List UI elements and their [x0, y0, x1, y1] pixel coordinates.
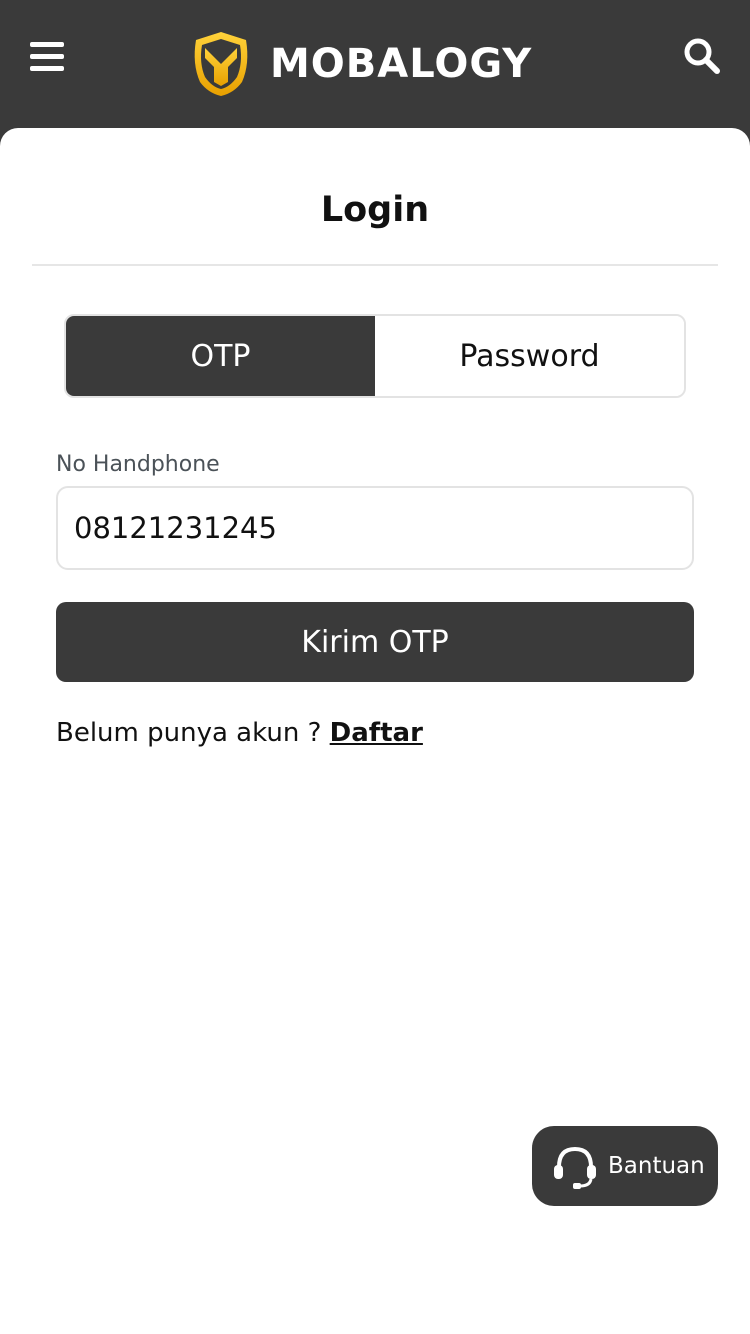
help-label: Bantuan	[608, 1153, 705, 1179]
login-card: Login OTP Password No Handphone Kirim OT…	[0, 128, 750, 1334]
brand-name: MOBALOGY	[270, 41, 533, 87]
brand-logo[interactable]: MOBALOGY	[190, 30, 532, 98]
title-divider	[32, 264, 718, 266]
search-icon[interactable]	[682, 36, 722, 76]
send-otp-button[interactable]: Kirim OTP	[56, 602, 694, 682]
hamburger-menu-icon[interactable]	[26, 36, 66, 76]
login-method-toggle: OTP Password	[64, 314, 686, 398]
tab-password[interactable]: Password	[375, 316, 684, 396]
headset-icon	[554, 1146, 596, 1189]
register-link[interactable]: Daftar	[330, 718, 423, 748]
phone-field-label: No Handphone	[56, 452, 220, 477]
helmet-shield-logo	[194, 32, 248, 96]
page-title: Login	[320, 190, 430, 230]
help-button[interactable]: Bantuan	[532, 1126, 718, 1206]
phone-input[interactable]	[56, 486, 694, 570]
register-prompt-line: Belum punya akun ? Daftar	[56, 718, 423, 748]
tab-otp[interactable]: OTP	[66, 316, 375, 396]
register-prompt-text: Belum punya akun ?	[56, 718, 322, 748]
top-navbar: MOBALOGY	[0, 0, 750, 140]
